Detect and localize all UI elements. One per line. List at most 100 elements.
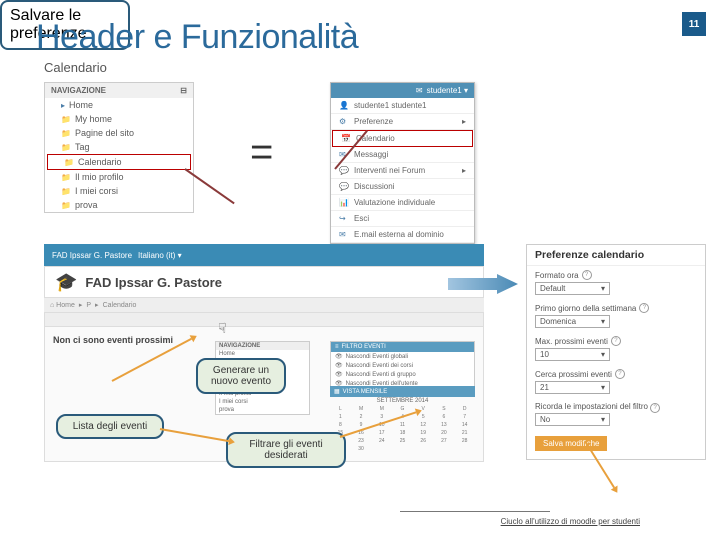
nav-label: I miei corsi — [75, 186, 118, 196]
callout-new-event: Generare un nuovo evento — [196, 358, 286, 394]
cal-day[interactable]: 20 — [434, 429, 455, 437]
help-icon[interactable]: ? — [639, 303, 649, 313]
page-subtitle: Calendario — [44, 60, 107, 75]
user-menu-item[interactable]: 📊Valutazione individuale — [331, 195, 474, 211]
pref-select[interactable]: Domenica▾ — [535, 315, 610, 328]
pref-select[interactable]: Default▾ — [535, 282, 610, 295]
chevron-right-icon: ▸ — [462, 166, 466, 175]
user-menu-item[interactable]: ↪Esci — [331, 211, 474, 227]
user-menu-header[interactable]: ✉ studente1 ▾ — [331, 83, 474, 98]
breadcrumb-item[interactable]: ⌂ Home — [50, 302, 75, 309]
cal-day[interactable]: 28 — [454, 437, 475, 445]
user-menu-item[interactable]: ✉ E.mail esterna al dominio — [331, 227, 474, 243]
nav-item[interactable]: 📁prova — [45, 198, 193, 212]
chevron-down-icon: ▾ — [601, 383, 605, 392]
cal-day[interactable]: 7 — [454, 413, 475, 421]
cal-day[interactable]: 13 — [434, 421, 455, 429]
page-title: Header e Funzionalità — [36, 18, 358, 57]
pref-row: Cerca prossimi eventi ?21▾ — [527, 365, 705, 398]
filter-item[interactable]: 👁 Nascondi Eventi di gruppo — [331, 370, 474, 379]
nav-small-header: NAVIGAZIONE — [216, 342, 309, 350]
calendar-grid: LMMGVSD123456789101112131415161718192021… — [330, 405, 475, 453]
nav-item[interactable]: 📁I miei corsi — [45, 184, 193, 198]
breadcrumb-item[interactable]: ▸ — [79, 301, 83, 309]
site-title: FAD Ipssar G. Pastore — [85, 275, 222, 290]
breadcrumb-item[interactable]: P — [86, 302, 91, 309]
breadcrumb-item[interactable]: Calendario — [103, 302, 137, 309]
menu-label: E.mail esterna al dominio — [354, 230, 444, 239]
user-menu-item[interactable]: 💬Discussioni — [331, 179, 474, 195]
pref-select[interactable]: 21▾ — [535, 381, 610, 394]
nav-small-item[interactable]: I miei corsi — [216, 398, 309, 406]
help-icon[interactable]: ? — [582, 270, 592, 280]
nav-small-item[interactable]: Home — [216, 350, 309, 358]
filter-title: FILTRO EVENTI — [342, 344, 386, 350]
navigation-block: NAVIGAZIONE ⊟ ▸Home📁My home📁Pagine del s… — [44, 82, 194, 213]
cal-day[interactable]: 6 — [434, 413, 455, 421]
help-icon[interactable]: ? — [611, 336, 621, 346]
pref-select[interactable]: 10▾ — [535, 348, 610, 361]
cal-day[interactable]: 24 — [371, 437, 392, 445]
cal-day[interactable]: 25 — [392, 437, 413, 445]
slide-number: 11 — [682, 12, 706, 36]
cal-day[interactable]: 26 — [413, 437, 434, 445]
folder-icon: 📁 — [61, 115, 71, 124]
chevron-down-icon: ▾ — [601, 284, 605, 293]
cal-weekday: M — [371, 405, 392, 413]
message-icon[interactable]: ✉ — [416, 86, 423, 95]
cal-day[interactable]: 11 — [392, 421, 413, 429]
menu-label: Esci — [354, 214, 369, 223]
cal-day[interactable]: 8 — [330, 421, 351, 429]
cal-day[interactable]: 12 — [413, 421, 434, 429]
cal-day[interactable]: 19 — [413, 429, 434, 437]
cal-day[interactable]: 27 — [434, 437, 455, 445]
nav-small-item[interactable]: prova — [216, 406, 309, 414]
cal-day[interactable]: 2 — [351, 413, 372, 421]
save-button[interactable]: Salva modifiche — [535, 436, 607, 451]
navigation-header: NAVIGAZIONE ⊟ — [45, 83, 193, 98]
nav-label: Il mio profilo — [75, 172, 124, 182]
user-menu-item[interactable]: ⚙Preferenze▸ — [331, 114, 474, 130]
nav-label: Tag — [75, 142, 90, 152]
menu-icon: ✉ — [339, 230, 349, 239]
folder-icon: 📁 — [64, 158, 74, 167]
collapse-icon[interactable]: ⊟ — [180, 86, 187, 95]
toolbar — [45, 313, 483, 327]
graduation-icon: 🎓 — [55, 272, 77, 293]
footer-link[interactable]: Ciuclo all'utilizzo di moodle per studen… — [501, 517, 640, 526]
nav-item[interactable]: 📁Tag — [45, 140, 193, 154]
preferences-header: Preferenze calendario — [527, 245, 705, 266]
cal-weekday: M — [351, 405, 372, 413]
filter-item[interactable]: 👁 Nascondi Eventi globali — [331, 352, 474, 361]
callout-event-list: Lista degli eventi — [56, 414, 164, 439]
menu-icon: 💬 — [339, 166, 349, 175]
cal-day[interactable]: 18 — [392, 429, 413, 437]
cal-day[interactable]: 23 — [351, 437, 372, 445]
nav-item[interactable]: 📁Pagine del sito — [45, 126, 193, 140]
user-menu-item[interactable]: 👤studente1 studente1 — [331, 98, 474, 114]
filter-icon: ≡ — [335, 344, 339, 350]
cal-day[interactable]: 1 — [330, 413, 351, 421]
nav-label: prova — [75, 200, 98, 210]
nav-label: Calendario — [78, 157, 122, 167]
remember-select[interactable]: No▾ — [535, 413, 610, 426]
eye-icon: 👁 — [335, 371, 343, 378]
cal-day[interactable]: 30 — [351, 445, 372, 453]
help-icon[interactable]: ? — [650, 403, 660, 413]
breadcrumb: ⌂ Home ▸ P ▸ Calendario — [44, 298, 484, 312]
filter-item[interactable]: 👁 Nascondi Eventi dei corsi — [331, 361, 474, 370]
cal-day[interactable]: 17 — [371, 429, 392, 437]
nav-item[interactable]: 📁Il mio profilo — [45, 170, 193, 184]
cal-day[interactable]: 21 — [454, 429, 475, 437]
nav-label: Home — [69, 100, 93, 110]
lang-selector[interactable]: Italiano (it) ▾ — [138, 251, 182, 260]
nav-item[interactable]: 📁 Calendario — [47, 154, 191, 170]
preferences-panel: Preferenze calendario Formato ora ?Defau… — [526, 244, 706, 460]
cal-day[interactable]: 14 — [454, 421, 475, 429]
remember-label: Ricorda le impostazioni del filtro ? No▾ — [527, 398, 705, 430]
nav-item[interactable]: ▸Home — [45, 98, 193, 112]
help-icon[interactable]: ? — [615, 369, 625, 379]
breadcrumb-item[interactable]: ▸ — [95, 301, 99, 309]
user-menu-item[interactable]: 💬Interventi nei Forum▸ — [331, 163, 474, 179]
nav-item[interactable]: 📁My home — [45, 112, 193, 126]
